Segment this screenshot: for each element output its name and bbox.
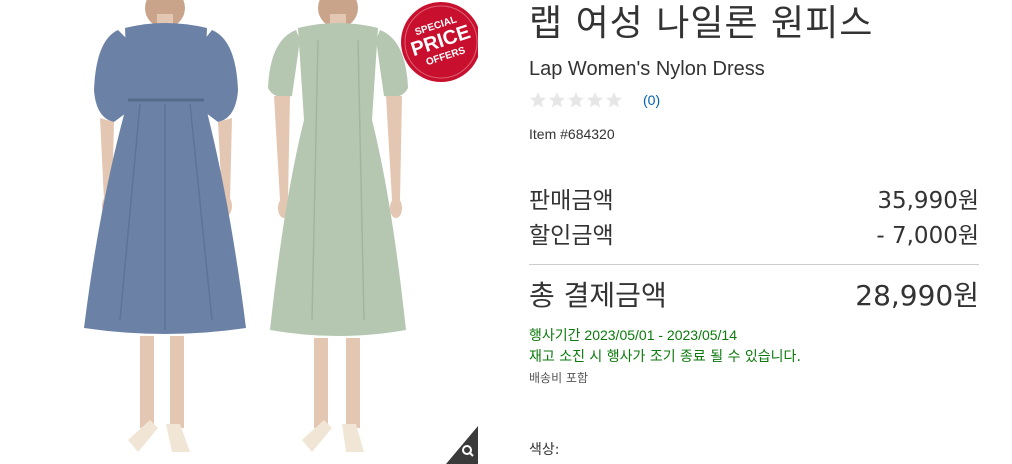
star-icon — [568, 92, 584, 108]
discount-row: 할인금액 - 7,000원 — [529, 221, 979, 253]
promo-notice: 재고 소진 시 행사가 조기 종료 될 수 있습니다. — [529, 349, 801, 365]
star-icon-group — [530, 92, 622, 108]
sale-price-row: 판매금액 35,990원 — [529, 186, 979, 218]
promo-period: 행사기간 2023/05/01 - 2023/05/14 — [529, 327, 737, 343]
product-image[interactable]: SPECIAL PRICE OFFERS — [0, 0, 478, 464]
product-photo: SPECIAL PRICE OFFERS — [84, 0, 478, 452]
star-icon — [530, 92, 546, 108]
special-price-badge: SPECIAL PRICE OFFERS — [401, 2, 478, 82]
sale-price-label: 판매금액 — [529, 188, 614, 214]
price-divider — [529, 264, 979, 265]
model-green-dress — [268, 0, 408, 452]
product-title-english: Lap Women's Nylon Dress — [529, 58, 765, 80]
total-price-value: 28,990원 — [855, 279, 979, 312]
star-icon — [587, 92, 603, 108]
star-icon — [606, 92, 622, 108]
discount-value: - 7,000원 — [876, 223, 979, 249]
total-price-label: 총 결제금액 — [529, 279, 667, 312]
magnifier-icon — [446, 426, 478, 464]
discount-label: 할인금액 — [529, 223, 614, 249]
zoom-button[interactable] — [446, 426, 478, 464]
total-price-row: 총 결제금액 28,990원 — [529, 278, 979, 316]
product-title-korean: 랩 여성 나일론 원피스 — [529, 3, 874, 44]
rating-stars[interactable] — [529, 91, 629, 109]
star-icon — [549, 92, 565, 108]
shipping-note: 배송비 포함 — [529, 371, 589, 385]
item-number: Item #684320 — [529, 126, 615, 142]
model-blue-dress — [84, 0, 246, 452]
color-option-label: 색상: — [529, 442, 560, 458]
review-count-link[interactable]: (0) — [643, 92, 660, 108]
sale-price-value: 35,990원 — [877, 188, 979, 214]
